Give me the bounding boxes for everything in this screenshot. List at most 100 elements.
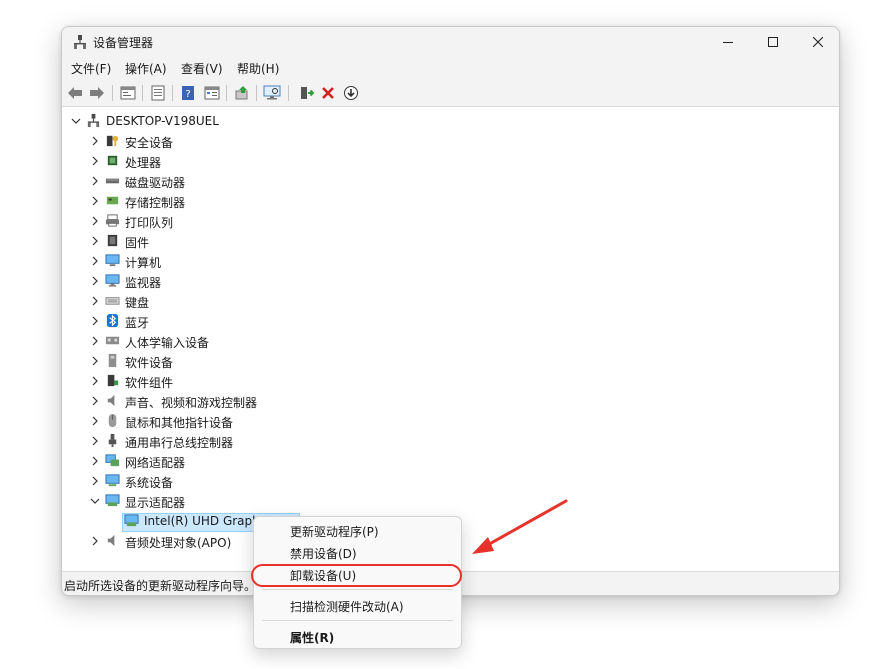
software-device-icon [108, 353, 117, 368]
toolbar: ? [62, 79, 839, 107]
device-tree[interactable]: DESKTOP-V198UEL 安全设备 处理器 磁盘驱动器 存储控制器 打印队列 固件计… [62, 108, 839, 573]
security-device-icon [106, 135, 119, 147]
menu-item-disable-device[interactable]: 禁用设备(D) [290, 545, 357, 562]
window-title: 设备管理器 [93, 36, 154, 50]
tree-category[interactable]: 网络适配器 [62, 451, 839, 471]
chevron-right-icon[interactable] [90, 256, 100, 266]
tree-category[interactable]: 键盘 [62, 291, 839, 311]
view-toolbar-button[interactable] [202, 83, 222, 103]
back-icon [68, 87, 82, 99]
update-driver-icon [235, 86, 248, 100]
usb-controller-icon [108, 433, 117, 448]
mouse-icon [108, 413, 117, 428]
download-toolbar-button[interactable] [341, 83, 361, 103]
scan-toolbar-button[interactable] [262, 83, 282, 103]
display-adapter-icon [124, 514, 139, 527]
chevron-right-icon[interactable] [90, 536, 100, 546]
show-hide-button[interactable] [148, 83, 168, 103]
maximize-icon [768, 37, 778, 47]
toolbar-separator [226, 85, 227, 101]
system-device-icon [105, 474, 120, 487]
tree-root[interactable]: DESKTOP-V198UEL [62, 111, 839, 131]
chevron-right-icon[interactable] [90, 216, 100, 226]
update-driver-toolbar-button[interactable] [232, 83, 252, 103]
tree-category[interactable]: 打印队列 [62, 211, 839, 231]
tree-category[interactable]: 显示适配器 [62, 491, 839, 511]
menu-item-scan-hardware[interactable]: 扫描检测硬件改动(A) [290, 598, 404, 615]
tree-category[interactable]: 计算机 [62, 251, 839, 271]
chevron-right-icon[interactable] [90, 176, 100, 186]
menu-item-update-driver[interactable]: 更新驱动程序(P) [290, 523, 379, 540]
chevron-right-icon[interactable] [90, 436, 100, 446]
menu-view[interactable]: 查看(V) [181, 60, 223, 77]
tree-category-label: 声音、视频和游戏控制器 [125, 396, 258, 410]
title-bar[interactable]: 设备管理器 [62, 27, 839, 57]
close-icon [813, 37, 823, 47]
tree-category[interactable]: 鼠标和其他指针设备 [62, 411, 839, 431]
tree-category[interactable]: 声音、视频和游戏控制器 [62, 391, 839, 411]
hid-icon [105, 336, 120, 345]
chevron-right-icon[interactable] [90, 136, 100, 146]
tree-category[interactable]: 监视器 [62, 271, 839, 291]
tree-category[interactable]: 人体学输入设备 [62, 331, 839, 351]
chevron-right-icon[interactable] [90, 356, 100, 366]
chevron-right-icon[interactable] [90, 316, 100, 326]
tree-category-label: 人体学输入设备 [125, 336, 210, 350]
properties-toolbar-button[interactable] [118, 83, 138, 103]
tree-category-label: 网络适配器 [125, 456, 186, 470]
chevron-right-icon[interactable] [90, 456, 100, 466]
tree-category[interactable]: 固件 [62, 231, 839, 251]
tree-category[interactable]: 通用串行总线控制器 [62, 431, 839, 451]
menu-file[interactable]: 文件(F) [71, 60, 111, 77]
tree-category[interactable]: 处理器 [62, 151, 839, 171]
help-toolbar-button[interactable]: ? [178, 83, 198, 103]
chevron-right-icon[interactable] [90, 416, 100, 426]
tree-category-label: 蓝牙 [125, 316, 150, 330]
back-button[interactable] [65, 83, 85, 103]
menu-bar: 文件(F) 操作(A) 查看(V) 帮助(H) [62, 57, 839, 79]
tree-category[interactable]: 系统设备 [62, 471, 839, 491]
chevron-right-icon[interactable] [90, 156, 100, 166]
tree-category[interactable]: 软件组件 [62, 371, 839, 391]
chevron-right-icon[interactable] [90, 376, 100, 386]
chevron-right-icon[interactable] [90, 296, 100, 306]
chevron-right-icon[interactable] [90, 236, 100, 246]
context-menu: 更新驱动程序(P) 禁用设备(D) 卸载设备(U) 扫描检测硬件改动(A) 属性… [251, 516, 462, 649]
menu-item-properties[interactable]: 属性(R) [290, 629, 334, 646]
enable-icon [301, 87, 314, 99]
close-button[interactable] [795, 27, 839, 57]
help-icon: ? [182, 86, 194, 100]
software-component-icon [107, 374, 119, 387]
storage-controller-icon [106, 196, 119, 205]
tree-category-label: 软件组件 [125, 376, 174, 390]
display-adapter-icon [105, 494, 120, 507]
tree-category-label: 系统设备 [125, 476, 174, 490]
chevron-right-icon[interactable] [90, 196, 100, 206]
minimize-button[interactable] [705, 27, 751, 57]
tree-category-label: 音频处理对象(APO) [125, 536, 232, 550]
chevron-down-icon[interactable] [90, 496, 100, 506]
tree-category-label: 安全设备 [125, 136, 174, 150]
menu-help[interactable]: 帮助(H) [237, 60, 279, 77]
maximize-button[interactable] [750, 27, 796, 57]
tree-category[interactable]: 蓝牙 [62, 311, 839, 331]
chevron-right-icon[interactable] [90, 476, 100, 486]
chevron-down-icon[interactable] [71, 116, 81, 126]
tree-category[interactable]: 存储控制器 [62, 191, 839, 211]
enable-toolbar-button[interactable] [296, 83, 316, 103]
toolbar-separator [256, 85, 257, 101]
red-arrow-annotation [472, 499, 568, 554]
device-manager-window: 设备管理器 文件(F) 操作(A) 查看(V) 帮助(H) ? DESKTOP-… [61, 26, 840, 596]
chevron-right-icon[interactable] [90, 336, 100, 346]
toolbar-separator [112, 85, 113, 101]
uninstall-toolbar-button[interactable] [318, 83, 338, 103]
minimize-icon [723, 42, 733, 43]
menu-action[interactable]: 操作(A) [125, 60, 167, 77]
tree-category[interactable]: 磁盘驱动器 [62, 171, 839, 191]
chevron-right-icon[interactable] [90, 396, 100, 406]
tree-category-label: 计算机 [125, 256, 162, 270]
chevron-right-icon[interactable] [90, 276, 100, 286]
forward-button[interactable] [87, 83, 107, 103]
tree-category[interactable]: 安全设备 [62, 131, 839, 151]
tree-category[interactable]: 软件设备 [62, 351, 839, 371]
